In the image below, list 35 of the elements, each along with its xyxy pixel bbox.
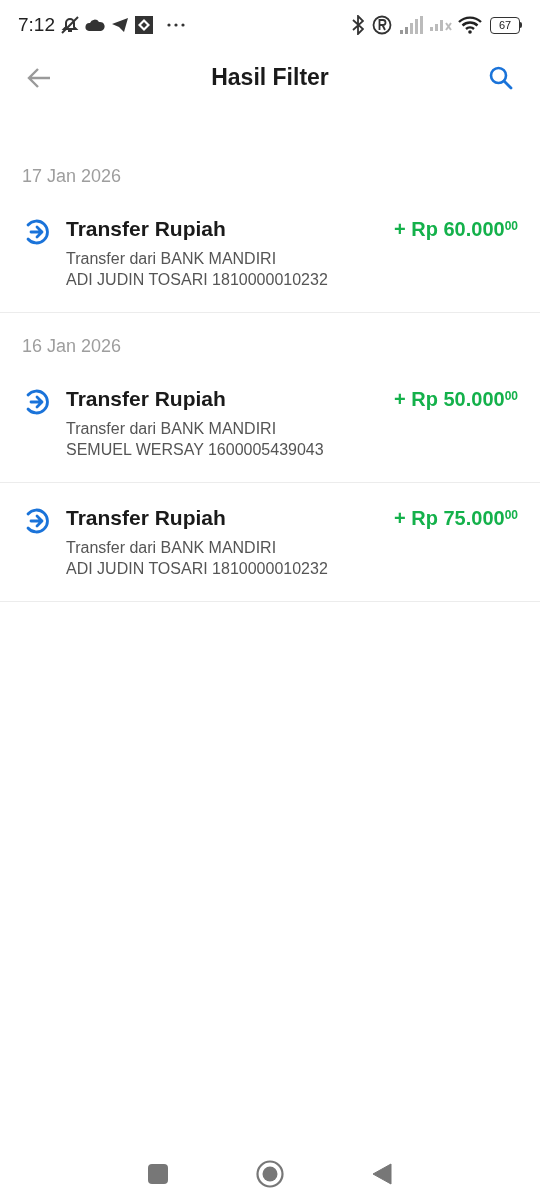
date-header: 17 Jan 2026	[22, 166, 122, 186]
transaction-detail: ADI JUDIN TOSARI 1810000010232	[66, 559, 329, 579]
transaction-title: Transfer Rupiah	[66, 386, 227, 412]
transaction-title: Transfer Rupiah	[66, 505, 227, 531]
page-title: Hasil Filter	[211, 63, 329, 93]
transaction-detail: Transfer dari BANK MANDIRI	[66, 538, 278, 558]
transaction-detail: ADI JUDIN TOSARI 1810000010232	[66, 270, 329, 290]
transaction-amount: + Rp 75.000$^{00}$	[394, 506, 518, 531]
transaction-title: Transfer Rupiah	[66, 216, 227, 242]
cloud-icon	[85, 18, 105, 32]
search-icon	[488, 64, 514, 91]
status-time: 7:12	[18, 12, 55, 37]
transaction-row[interactable]: Transfer Rupiah Transfer dari BANK MANDIRI SEMUEL WERSAY 1600005439043 + Rp 50.000$^{00}$	[0, 364, 540, 483]
transaction-row[interactable]: Transfer Rupiah Transfer dari BANK MANDIRI ADI JUDIN TOSARI 1810000010232 + Rp 60.000$^{00}$	[0, 194, 540, 313]
date-header: 16 Jan 2026	[22, 336, 122, 356]
back-arrow-icon	[26, 66, 52, 89]
transaction-row[interactable]: Transfer Rupiah Transfer dari BANK MANDIRI ADI JUDIN TOSARI 1810000010232 + Rp 75.000$^{00}$	[0, 483, 540, 602]
transaction-detail: SEMUEL WERSAY 1600005439043	[66, 440, 325, 460]
transaction-amount: + Rp 50.000$^{00}$	[394, 387, 518, 412]
transaction-detail: Transfer dari BANK MANDIRI	[66, 419, 278, 439]
home-icon[interactable]	[256, 1160, 284, 1188]
more-icon	[167, 23, 185, 27]
bluetooth-icon	[352, 15, 364, 35]
back-nav-icon[interactable]	[372, 1163, 392, 1185]
app-icon	[135, 16, 153, 34]
signal-icon	[400, 16, 424, 34]
transaction-detail: Transfer dari BANK MANDIRI	[66, 249, 278, 269]
paper-plane-icon	[111, 17, 129, 33]
no-signal-icon	[430, 19, 452, 31]
muted-bell-icon	[59, 15, 81, 35]
registered-icon	[372, 15, 392, 35]
battery-icon: 67	[490, 16, 522, 34]
recents-icon[interactable]	[148, 1164, 168, 1184]
transaction-amount: + Rp 60.000$^{00}$	[394, 217, 518, 242]
wifi-icon	[458, 16, 482, 34]
